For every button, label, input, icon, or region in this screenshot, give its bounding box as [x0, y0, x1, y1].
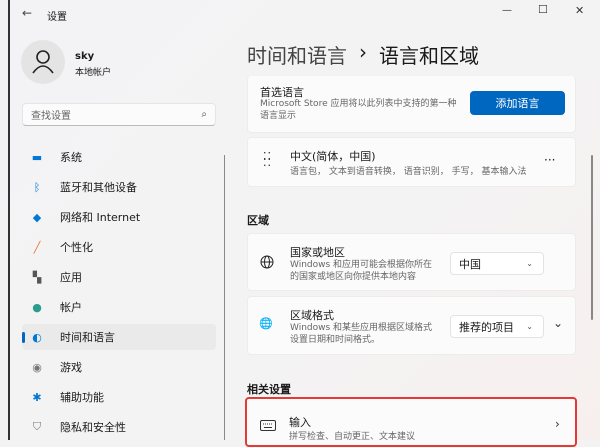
- minimize-button[interactable]: —: [502, 5, 512, 16]
- breadcrumb-parent[interactable]: 时间和语言: [247, 40, 347, 69]
- breadcrumb: 时间和语言 › 语言和区域: [247, 40, 479, 69]
- sidebar-item[interactable]: ◉ 游戏: [22, 354, 216, 380]
- search-icon: ⌕: [201, 109, 207, 120]
- apps-icon: ▚: [32, 270, 42, 284]
- breadcrumb-separator: ›: [359, 40, 367, 64]
- preferred-language-card: 首选语言 Microsoft Store 应用将以此列表中支持的第一种语言显示 …: [247, 76, 576, 133]
- more-options-button[interactable]: ···: [544, 153, 555, 167]
- language-features: 语言包， 文本到语音转换， 语音识别， 手写， 基本输入法: [290, 167, 527, 177]
- globe-icon: [260, 255, 274, 269]
- sidebar-item[interactable]: ◆ 网络和 Internet: [22, 204, 216, 230]
- sidebar-item-label: 系统: [60, 151, 82, 164]
- sidebar-item-label: 游戏: [60, 361, 82, 374]
- sidebar-item-label: 个性化: [60, 241, 93, 254]
- country-dropdown[interactable]: 中国 ⌄: [450, 252, 544, 275]
- format-title: 区域格式: [290, 309, 334, 322]
- sidebar-item-label: 帐户: [60, 301, 82, 314]
- sidebar-scrollbar[interactable]: [224, 155, 225, 440]
- sidebar-item[interactable]: ◐ 时间和语言: [22, 324, 216, 350]
- sidebar-item-label: 隐私和安全性: [60, 421, 126, 434]
- format-value: 推荐的项目: [459, 320, 514, 334]
- regional-format-card[interactable]: 🌐 区域格式 Windows 和某些应用根据区域格式设置日期和时间格式。 推荐的…: [247, 296, 576, 355]
- page-title: 语言和区域: [379, 44, 479, 68]
- shield-icon: ⛉: [32, 420, 42, 433]
- person-icon: ●: [32, 300, 42, 314]
- sidebar-item[interactable]: ● 帐户: [22, 294, 216, 320]
- sidebar-item-label: 应用: [60, 271, 82, 284]
- chevron-down-icon: ⌄: [526, 259, 533, 268]
- sidebar-item-label: 时间和语言: [60, 331, 115, 344]
- wifi-icon: ◆: [32, 210, 42, 224]
- language-name: 中文(简体，中国): [290, 150, 376, 163]
- drag-handle-icon[interactable]: ⁚⁚ ⁚⁚: [263, 151, 272, 168]
- sidebar-item-label: 辅助功能: [60, 391, 104, 404]
- format-dropdown[interactable]: 推荐的项目 ⌄: [450, 315, 544, 338]
- input-desc: 拼写检查、自动更正、文本建议: [289, 432, 416, 442]
- country-desc: Windows 和应用可能会根据你所在的国家或地区向你提供本地内容: [290, 260, 433, 282]
- close-button[interactable]: ✕: [575, 4, 584, 17]
- expand-chevron-icon[interactable]: ⌄: [553, 316, 563, 330]
- search-input[interactable]: 查找设置 ⌕: [22, 103, 216, 126]
- chevron-down-icon: ⌄: [526, 322, 533, 331]
- window-title: 设置: [47, 12, 67, 23]
- chevron-right-icon: ›: [555, 417, 560, 431]
- back-button[interactable]: ←: [22, 6, 32, 20]
- related-settings-heading: 相关设置: [247, 383, 291, 396]
- sidebar-item[interactable]: ᛒ 蓝牙和其他设备: [22, 174, 216, 200]
- bluetooth-icon: ᛒ: [33, 180, 41, 194]
- maximize-button[interactable]: ☐: [538, 3, 548, 16]
- person-icon: [32, 50, 54, 74]
- globe-clock-icon: ◐: [32, 330, 42, 344]
- language-format-icon: 🌐: [259, 317, 273, 330]
- country-title: 国家或地区: [290, 246, 345, 259]
- user-name: sky: [75, 51, 95, 62]
- gamepad-icon: ◉: [32, 360, 42, 374]
- keyboard-icon: [260, 420, 276, 431]
- input-title: 输入: [289, 416, 311, 429]
- country-value: 中国: [459, 257, 481, 271]
- monitor-icon: ▬: [31, 150, 43, 164]
- add-language-button[interactable]: 添加语言: [470, 91, 565, 115]
- sidebar-item[interactable]: ▚ 应用: [22, 264, 216, 290]
- region-heading: 区域: [247, 214, 269, 227]
- search-placeholder: 查找设置: [31, 111, 71, 122]
- accessibility-icon: ✱: [32, 390, 42, 404]
- sidebar-item[interactable]: ✱ 辅助功能: [22, 384, 216, 410]
- avatar[interactable]: [21, 40, 65, 84]
- sidebar-item[interactable]: ⛉ 隐私和安全性: [22, 414, 216, 440]
- sidebar-item-label: 网络和 Internet: [60, 211, 141, 224]
- language-item[interactable]: ⁚⁚ ⁚⁚ 中文(简体，中国) 语言包， 文本到语音转换， 语音识别， 手写， 基…: [247, 137, 576, 187]
- brush-icon: ╱: [33, 240, 41, 254]
- country-region-card: 国家或地区 Windows 和应用可能会根据你所在的国家或地区向你提供本地内容 …: [247, 233, 576, 291]
- content-scrollbar[interactable]: [591, 155, 593, 320]
- preferred-desc: Microsoft Store 应用将以此列表中支持的第一种语言显示: [260, 99, 457, 121]
- sidebar-item[interactable]: ▬ 系统: [22, 144, 216, 170]
- format-desc: Windows 和某些应用根据区域格式设置日期和时间格式。: [290, 323, 433, 345]
- sidebar-item-label: 蓝牙和其他设备: [60, 181, 137, 194]
- account-type: 本地帐户: [75, 68, 112, 78]
- sidebar-item[interactable]: ╱ 个性化: [22, 234, 216, 260]
